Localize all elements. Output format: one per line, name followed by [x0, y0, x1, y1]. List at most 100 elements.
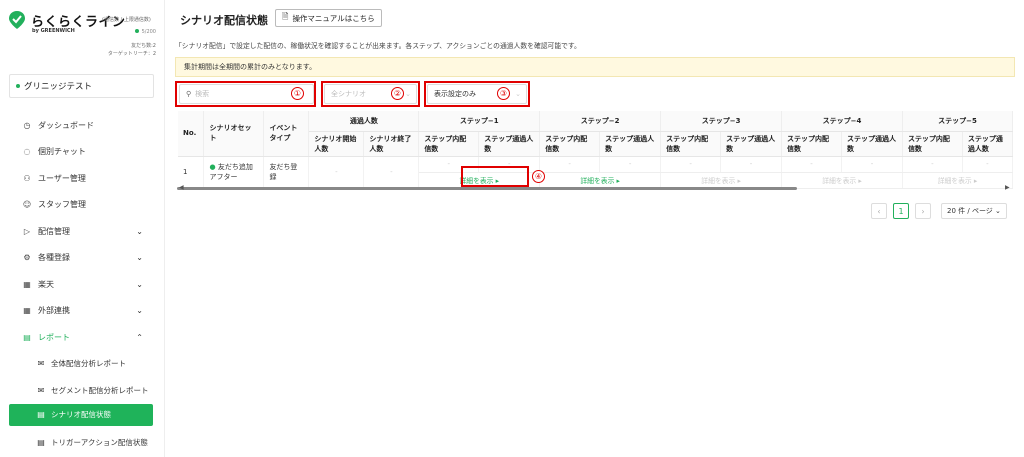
account-status-dot: [16, 84, 20, 88]
chat-icon: ◌: [23, 147, 31, 157]
account-selector[interactable]: グリニッジテスト: [9, 74, 154, 98]
highlight-box-detail: [461, 166, 529, 187]
gear-icon: ⚙: [23, 253, 31, 263]
row-start: -: [308, 156, 365, 189]
col-step3-sent: ステップ内配信数: [660, 131, 722, 157]
col-step4-through: ステップ通過人数: [841, 131, 903, 157]
step4-detail-link[interactable]: 詳細を表示 ▸: [781, 172, 903, 189]
sidebar-item-registration[interactable]: ⚙ 各種登録 ⌄: [0, 245, 165, 272]
col-step3-through: ステップ通過人数: [720, 131, 783, 157]
sidebar-item-report[interactable]: ▤ レポート ⌃: [0, 324, 165, 351]
pagination: ‹ 1 › 20 件 / ページ ⌄: [871, 203, 1007, 219]
quota-value: 5/200: [134, 29, 156, 35]
col-group-step2: ステップ−2: [539, 111, 662, 132]
sidebar-item-users[interactable]: ⚇ ユーザー管理: [0, 165, 165, 192]
step4-sent: -: [781, 156, 842, 173]
sidebar-subitem-label: シナリオ配信状態: [51, 410, 111, 419]
page-title: シナリオ配信状態: [180, 14, 268, 27]
status-dot: [134, 29, 139, 33]
sidebar: らくらくライン by GREENWICH (通信数 / 上限通信数) 5/200…: [0, 0, 165, 457]
sidebar-subitem-trigger-status[interactable]: ▤ トリガーアクション配信状態: [0, 430, 165, 457]
friends-count: 友だち数:2: [131, 43, 156, 49]
col-scenario-set: シナリオセット: [203, 111, 265, 157]
col-step1-through: ステップ通過人数: [478, 131, 541, 157]
sidebar-item-label: 外部連携: [38, 306, 70, 316]
sidebar-item-delivery[interactable]: ▷ 配信管理 ⌄: [0, 218, 165, 245]
sidebar-subitem-label: セグメント配信分析レポート: [51, 385, 149, 395]
next-page-button[interactable]: ›: [915, 203, 931, 219]
main-content: シナリオ配信状態 🗎 操作マニュアルはこちら 「シナリオ配信」で設定した配信の、稼…: [165, 0, 1024, 457]
sidebar-subitem-overall-report[interactable]: ✉ 全体配信分析レポート: [0, 351, 165, 378]
step3-detail-link[interactable]: 詳細を表示 ▸: [660, 172, 783, 189]
step5-sent: -: [902, 156, 963, 173]
col-step1-sent: ステップ内配信数: [418, 131, 480, 157]
step3-sent: -: [660, 156, 722, 173]
page-description: 「シナリオ配信」で設定した配信の、稼働状況を確認することが出来ます。各ステップ、…: [175, 42, 581, 50]
sidebar-subitem-label: トリガーアクション配信状態: [51, 438, 148, 448]
col-scenario-start: シナリオ開始人数: [308, 131, 365, 157]
step2-through: -: [599, 156, 662, 173]
scroll-left-icon[interactable]: ◀: [179, 184, 184, 191]
scenario-table-grid: No. シナリオセット イベントタイプ 通過人数 ステップ−1 ステップ−2 ス…: [178, 111, 1013, 189]
grid-icon: ▦: [23, 279, 31, 289]
sidebar-item-label: 配信管理: [38, 226, 70, 236]
sidebar-item-rakuten[interactable]: ▦ 楽天 ⌄: [0, 271, 165, 298]
col-step5-through: ステップ通過人数: [962, 131, 1013, 157]
chevron-down-icon: ⌄: [136, 253, 143, 263]
prev-page-button[interactable]: ‹: [871, 203, 887, 219]
sidebar-item-label: スタッフ管理: [38, 200, 86, 210]
grid-icon: ▦: [23, 306, 31, 316]
scroll-right-icon[interactable]: ▶: [1005, 184, 1010, 191]
sidebar-item-label: 個別チャット: [38, 147, 86, 157]
row-scenario-name[interactable]: ● 友だち追加アフター: [203, 156, 265, 189]
sidebar-subitem-scenario-status[interactable]: ▤ シナリオ配信状態: [9, 403, 153, 426]
sidebar-item-staff[interactable]: ☺ スタッフ管理: [0, 192, 165, 219]
annotation-4: ④: [532, 170, 545, 183]
sidebar-nav: ◷ ダッシュボード ◌ 個別チャット ⚇ ユーザー管理 ☺ スタッフ管理 ▷ 配信管理 ⌄ …: [0, 112, 165, 456]
sidebar-item-chat[interactable]: ◌ 個別チャット: [0, 139, 165, 166]
highlight-box-display: [424, 81, 530, 107]
per-page-select[interactable]: 20 件 / ページ ⌄: [941, 203, 1007, 219]
sidebar-subitem-label: 全体配信分析レポート: [51, 359, 126, 369]
sidebar-item-label: レポート: [38, 332, 70, 342]
annotation-1: ①: [291, 87, 304, 100]
page-1-button[interactable]: 1: [893, 203, 909, 219]
sidebar-item-dashboard[interactable]: ◷ ダッシュボード: [0, 112, 165, 139]
step5-through: -: [962, 156, 1013, 173]
doc-icon: ▤: [37, 410, 45, 419]
mail-icon: ✉: [37, 359, 45, 369]
person-icon: ☺: [22, 200, 32, 210]
account-name: グリニッジテスト: [24, 82, 93, 92]
manual-button[interactable]: 🗎 操作マニュアルはこちら: [275, 9, 382, 27]
step2-sent: -: [539, 156, 601, 173]
sidebar-item-integrations[interactable]: ▦ 外部連携 ⌄: [0, 298, 165, 325]
doc-icon: ▤: [37, 438, 45, 448]
col-step4-sent: ステップ内配信数: [781, 131, 842, 157]
annotation-2: ②: [391, 87, 404, 100]
users-icon: ⚇: [23, 173, 31, 183]
period-notice: 集計期間は全期間の累計のみとなります。: [175, 57, 1015, 77]
col-group-step3: ステップ−3: [660, 111, 783, 132]
sidebar-item-label: 楽天: [38, 279, 54, 289]
col-group-step1: ステップ−1: [418, 111, 541, 132]
row-end: -: [363, 156, 420, 189]
pin-logo-icon: [8, 10, 26, 30]
table-row: 1 ● 友だち追加アフター 友だち登録 - - - - - - - - - - …: [178, 156, 1013, 189]
scenario-table: No. シナリオセット イベントタイプ 通過人数 ステップ−1 ステップ−2 ス…: [178, 111, 1013, 193]
document-icon: 🗎: [282, 12, 289, 21]
horizontal-scrollbar[interactable]: [177, 187, 797, 190]
report-icon: ▤: [23, 332, 31, 342]
sidebar-subitem-segment-report[interactable]: ✉ セグメント配信分析レポート: [0, 377, 165, 404]
chevron-up-icon: ⌃: [136, 332, 143, 342]
mail-icon: ✉: [37, 385, 45, 395]
step5-detail-link[interactable]: 詳細を表示 ▸: [902, 172, 1013, 189]
annotation-3: ③: [497, 87, 510, 100]
col-no: No.: [178, 111, 205, 157]
step2-detail-link[interactable]: 詳細を表示 ▸: [539, 172, 662, 189]
target-reach: ターゲットリーチ：2: [107, 51, 156, 57]
brand-byline: by GREENWICH: [32, 28, 75, 34]
chevron-down-icon: ⌄: [136, 306, 143, 316]
send-icon: ▷: [23, 226, 31, 236]
step4-through: -: [841, 156, 903, 173]
quota-text: 5/200: [141, 29, 156, 35]
